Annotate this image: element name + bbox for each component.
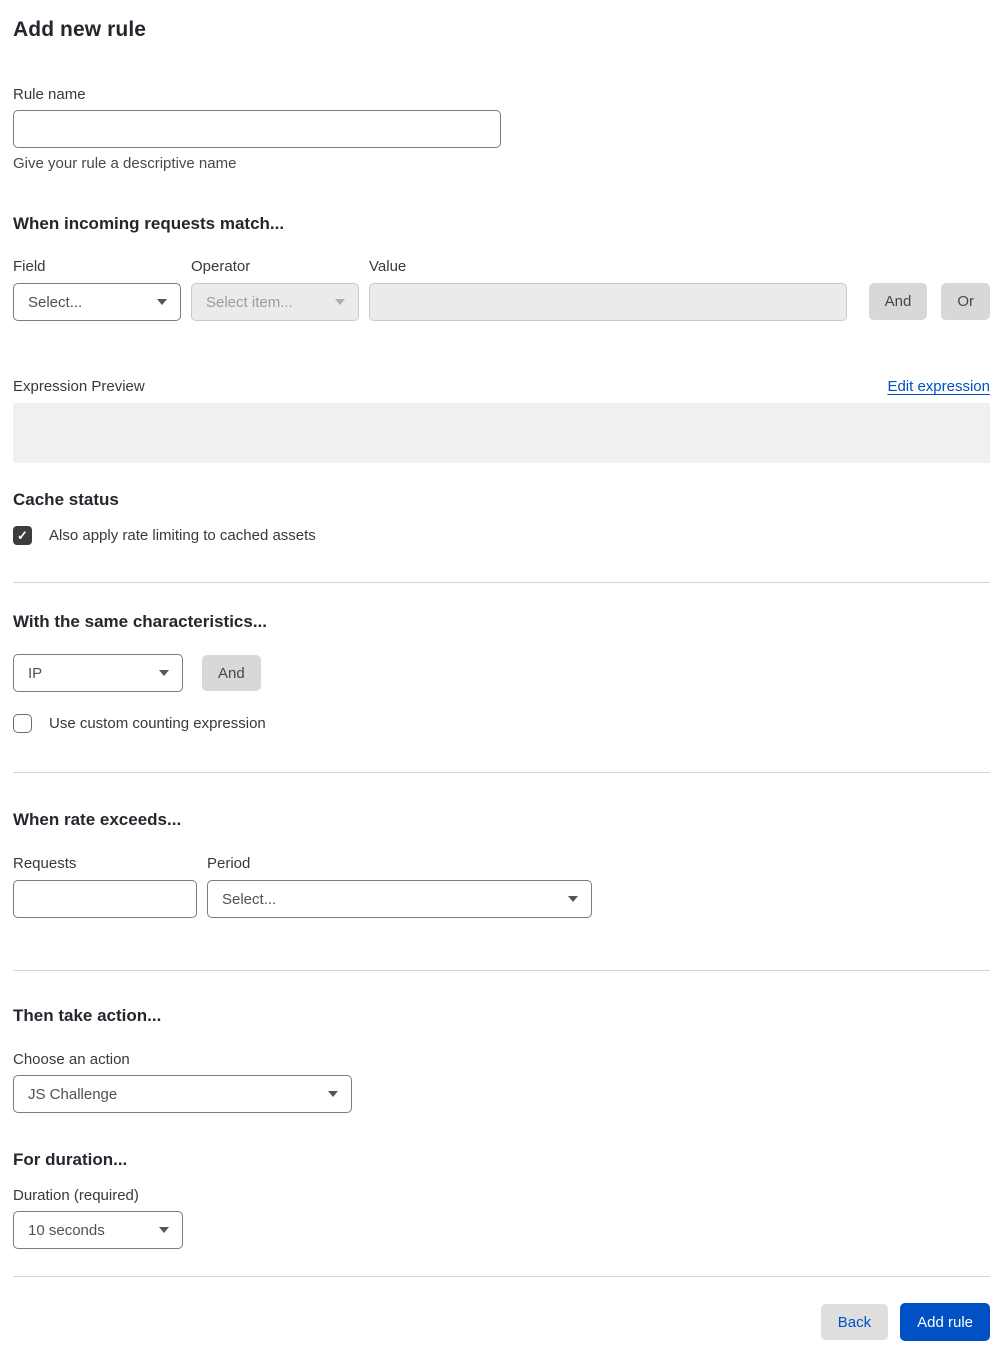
action-select-value: JS Challenge [28,1085,118,1103]
back-button[interactable]: Back [820,1304,889,1340]
field-select[interactable]: Select... [13,283,181,321]
operator-label: Operator [191,258,251,275]
requests-input[interactable] [13,880,197,918]
duration-select-value: 10 seconds [28,1221,105,1239]
period-select-value: Select... [222,890,277,908]
expression-preview-label: Expression Preview [13,378,145,395]
divider [13,1276,990,1277]
value-input [369,283,847,321]
action-heading: Then take action... [13,1006,162,1025]
duration-label: Duration (required) [13,1187,139,1204]
operator-select: Select item... [191,283,359,321]
characteristic-select[interactable]: IP [13,654,183,692]
chevron-down-icon [328,1091,338,1097]
or-button[interactable]: Or [941,283,990,320]
custom-counting-checkbox-label: Use custom counting expression [49,715,266,732]
action-select[interactable]: JS Challenge [13,1075,352,1113]
rule-name-input[interactable] [13,110,501,148]
divider [13,582,990,583]
custom-counting-checkbox[interactable] [13,714,32,733]
check-icon: ✓ [17,528,28,543]
duration-heading: For duration... [13,1150,128,1169]
expression-preview-box [13,403,990,463]
chevron-down-icon [157,299,167,305]
page-title: Add new rule [13,18,147,41]
chevron-down-icon [159,1227,169,1233]
edit-expression-link[interactable]: Edit expression [887,378,990,395]
requests-label: Requests [13,855,77,872]
cached-assets-checkbox[interactable]: ✓ [13,526,32,545]
rule-name-label: Rule name [13,86,86,103]
operator-select-value: Select item... [206,293,293,311]
period-label: Period [207,855,251,872]
field-select-value: Select... [28,293,83,311]
characteristics-heading: With the same characteristics... [13,612,268,631]
and-button[interactable]: And [868,283,928,320]
choose-action-label: Choose an action [13,1051,130,1068]
cache-status-heading: Cache status [13,490,119,509]
value-label: Value [369,258,407,275]
characteristic-select-value: IP [28,664,43,682]
cached-assets-checkbox-label: Also apply rate limiting to cached asset… [49,527,316,544]
add-rule-button[interactable]: Add rule [900,1303,990,1341]
divider [13,970,990,971]
match-section-heading: When incoming requests match... [13,214,285,233]
duration-select[interactable]: 10 seconds [13,1211,183,1249]
characteristics-and-button[interactable]: And [202,655,261,691]
chevron-down-icon [568,896,578,902]
rule-name-helper: Give your rule a descriptive name [13,155,237,172]
add-new-rule-form: Add new rule Rule name Give your rule a … [0,0,1002,1355]
chevron-down-icon [159,670,169,676]
field-label: Field [13,258,46,275]
period-select[interactable]: Select... [207,880,592,918]
divider [13,772,990,773]
chevron-down-icon [335,299,345,305]
rate-heading: When rate exceeds... [13,810,182,829]
